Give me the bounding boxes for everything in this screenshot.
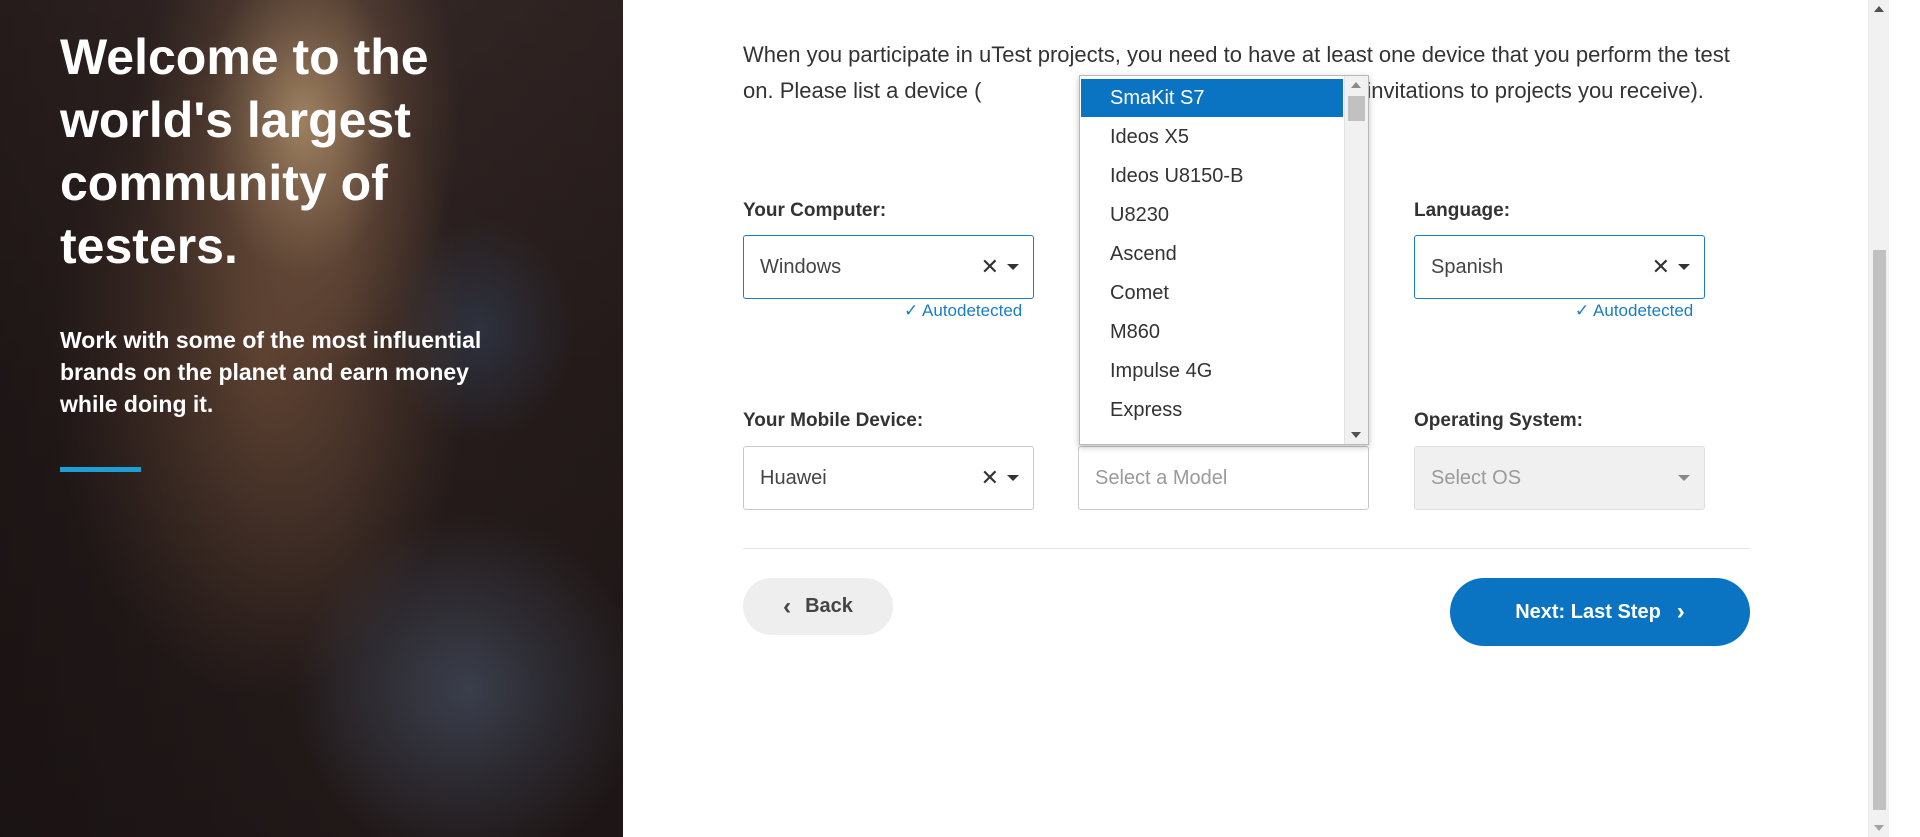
computer-autodetected: ✓ Autodetected	[904, 301, 1023, 320]
hero-accent-bar	[60, 467, 141, 472]
dropdown-option[interactable]: Comet	[1081, 274, 1343, 312]
close-icon[interactable]: ✕	[981, 236, 999, 298]
language-select-value: Spanish	[1431, 256, 1504, 278]
chevron-down-icon[interactable]	[1007, 264, 1019, 270]
hero-subtitle: Work with some of the most influential b…	[60, 327, 482, 417]
computer-autodetected-label: Autodetected	[922, 301, 1023, 320]
page-scroll-thumb[interactable]	[1873, 250, 1886, 810]
page-scrollbar[interactable]	[1868, 0, 1889, 837]
chevron-right-icon: ›	[1676, 598, 1685, 625]
language-autodetected: ✓ Autodetected	[1575, 301, 1694, 320]
back-button-label: Back	[805, 595, 853, 617]
close-icon[interactable]: ✕	[981, 447, 999, 509]
close-icon[interactable]: ✕	[1652, 236, 1670, 298]
next-button[interactable]: Next: Last Step ›	[1450, 578, 1750, 646]
model-select[interactable]: Select a Model	[1078, 446, 1369, 510]
scroll-down-icon[interactable]	[1351, 432, 1361, 438]
model-placeholder: Select a Model	[1095, 467, 1228, 489]
scroll-down-icon[interactable]	[1874, 825, 1884, 831]
chevron-down-icon[interactable]	[1678, 475, 1690, 481]
language-label: Language:	[1414, 200, 1511, 221]
dropdown-option[interactable]: Impulse 4G	[1081, 352, 1343, 390]
hero-panel: Welcome to the world's largest community…	[0, 0, 623, 837]
mobile-device-select[interactable]: Huawei ✕	[743, 446, 1034, 510]
language-autodetected-label: Autodetected	[1593, 301, 1694, 320]
chevron-down-icon[interactable]	[1007, 475, 1019, 481]
dropdown-option[interactable]: Express	[1081, 391, 1343, 429]
model-dropdown-list[interactable]: SmaKit S7 Ideos X5 Ideos U8150-B U8230 A…	[1079, 75, 1369, 445]
dropdown-scroll-thumb[interactable]	[1348, 96, 1365, 121]
scroll-up-icon[interactable]	[1351, 82, 1361, 88]
dropdown-option[interactable]: M860	[1081, 313, 1343, 351]
chevron-down-icon[interactable]	[1678, 264, 1690, 270]
dropdown-option[interactable]: Ideos X5	[1081, 118, 1343, 156]
dropdown-scrollbar[interactable]	[1344, 76, 1368, 444]
scroll-up-icon[interactable]	[1874, 6, 1884, 12]
chevron-left-icon: ‹	[783, 592, 792, 620]
os-placeholder: Select OS	[1431, 467, 1522, 489]
computer-select[interactable]: Windows ✕	[743, 235, 1034, 299]
dropdown-option[interactable]: U8230	[1081, 196, 1343, 234]
back-button[interactable]: ‹ Back	[743, 578, 893, 635]
form-divider	[743, 548, 1750, 549]
mobile-device-value: Huawei	[760, 467, 827, 489]
computer-label: Your Computer:	[743, 200, 887, 221]
dropdown-option[interactable]: SmaKit S7	[1081, 79, 1343, 117]
os-select[interactable]: Select OS	[1414, 446, 1705, 510]
dropdown-option[interactable]: Ascend	[1081, 235, 1343, 273]
dropdown-option[interactable]: Ideos U8150-B	[1081, 157, 1343, 195]
computer-select-value: Windows	[760, 256, 842, 278]
language-select[interactable]: Spanish ✕	[1414, 235, 1705, 299]
os-label: Operating System:	[1414, 410, 1583, 431]
mobile-device-label: Your Mobile Device:	[743, 410, 924, 431]
next-button-label: Next: Last Step	[1515, 600, 1661, 623]
hero-title: Welcome to the world's largest community…	[60, 29, 429, 274]
